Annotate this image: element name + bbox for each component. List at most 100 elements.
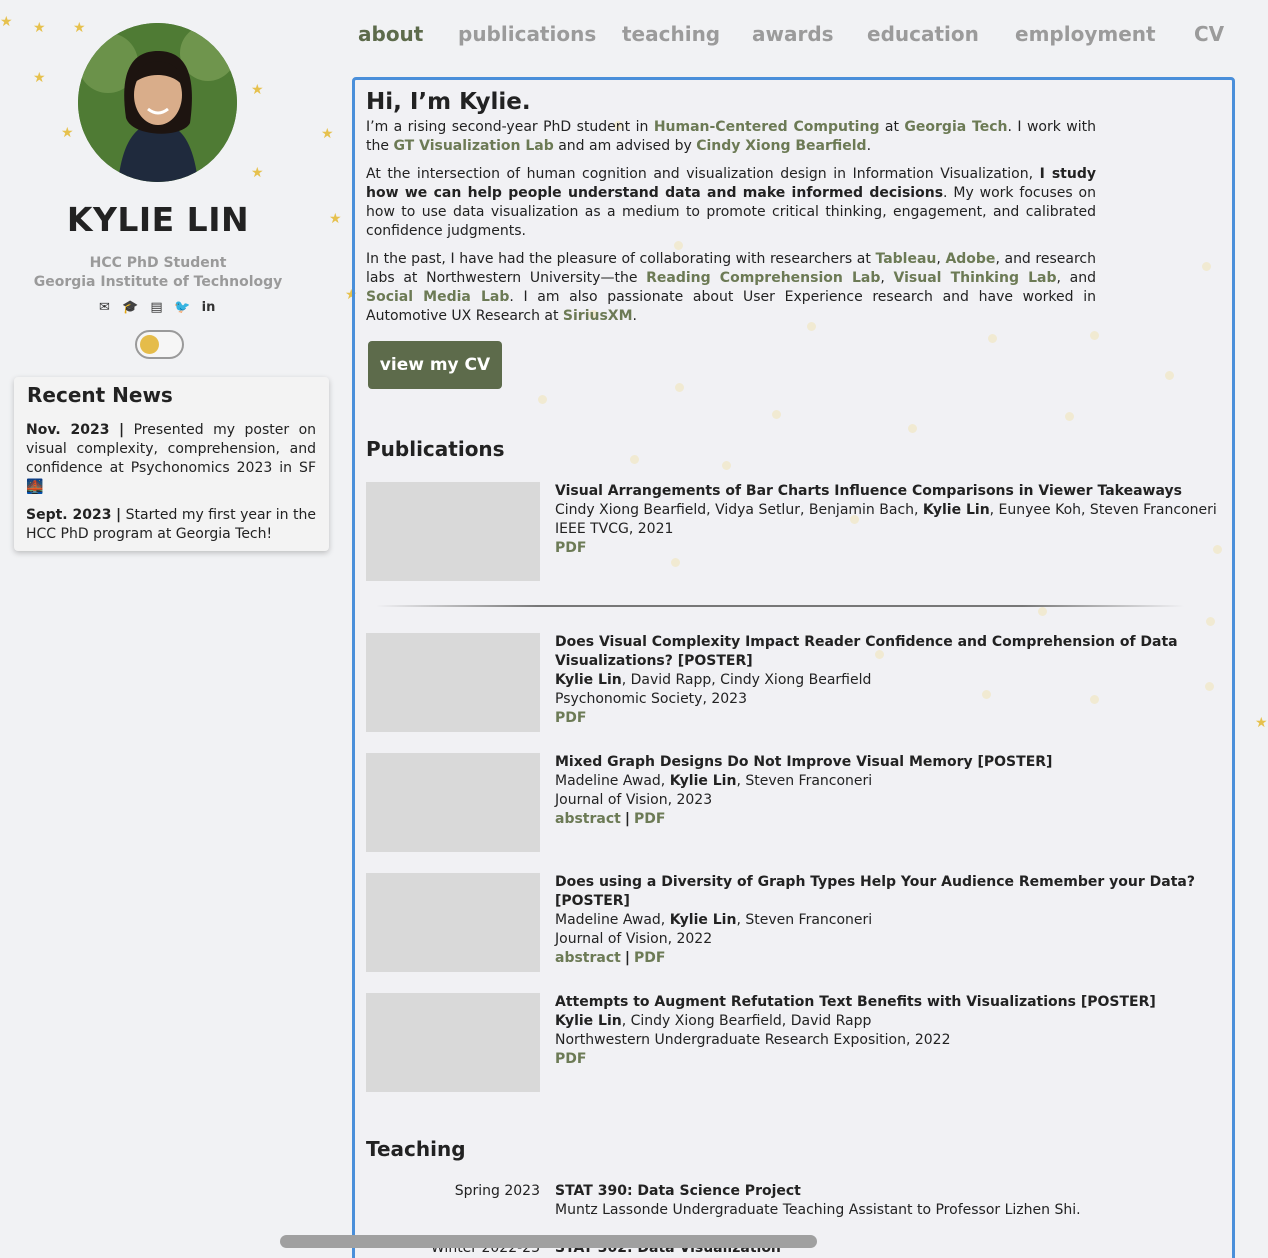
- about-paragraph: I’m a rising second-year PhD student in …: [366, 118, 1096, 156]
- publication-venue: Northwestern Undergraduate Research Expo…: [555, 1032, 951, 1048]
- author-self: Kylie Lin: [555, 672, 622, 688]
- news-separator: |: [118, 422, 125, 438]
- publication-title: Visual Arrangements of Bar Charts Influe…: [555, 483, 1182, 499]
- id-card-icon[interactable]: ▤: [148, 300, 165, 315]
- news-item: Nov. 2023 | Presented my poster on visua…: [26, 421, 316, 497]
- pdf-link[interactable]: PDF: [555, 1051, 586, 1067]
- avatar: [78, 23, 237, 182]
- recent-news-card: Recent News Nov. 2023 | Presented my pos…: [14, 377, 329, 551]
- authors: Cindy Xiong Bearfield, Vidya Setlur, Ben…: [555, 502, 923, 518]
- link-social-media-lab[interactable]: Social Media Lab: [366, 289, 509, 305]
- link-gt-vis-lab[interactable]: GT Visualization Lab: [393, 138, 553, 154]
- link-reading-lab[interactable]: Reading Comprehension Lab: [646, 270, 880, 286]
- authors: , Cindy Xiong Bearfield, David Rapp: [621, 1013, 872, 1029]
- news-date: Nov. 2023: [26, 422, 110, 438]
- publication-venue: Journal of Vision, 2023: [555, 792, 713, 808]
- about-paragraph: In the past, I have had the pleasure of …: [366, 250, 1096, 326]
- nav-publications[interactable]: publications: [458, 22, 596, 46]
- author-self: Kylie Lin: [555, 1013, 622, 1029]
- publication-title: Does using a Diversity of Graph Types He…: [555, 874, 1195, 909]
- pdf-link[interactable]: PDF: [634, 811, 665, 827]
- email-icon[interactable]: ✉: [96, 300, 113, 315]
- linkedin-icon[interactable]: in: [200, 300, 217, 315]
- publication-thumbnail[interactable]: [366, 482, 540, 581]
- theme-toggle[interactable]: [135, 330, 184, 359]
- news-separator: |: [116, 507, 122, 523]
- link-siriusxm[interactable]: SiriusXM: [563, 308, 633, 324]
- authors: , Eunyee Koh, Steven Franconeri: [989, 502, 1217, 518]
- publication-thumbnail[interactable]: [366, 873, 540, 972]
- authors: , Steven Franconeri: [736, 773, 873, 789]
- publication-title: Mixed Graph Designs Do Not Improve Visua…: [555, 754, 1053, 770]
- course-title: STAT 390: Data Science Project: [555, 1183, 801, 1199]
- link-tableau[interactable]: Tableau: [875, 251, 936, 267]
- pdf-link[interactable]: PDF: [555, 710, 586, 726]
- author-self: Kylie Lin: [669, 912, 737, 928]
- text: and am advised by: [553, 138, 697, 154]
- profile-affiliation: Georgia Institute of Technology: [33, 274, 283, 290]
- publication-authors: Madeline Awad, Kylie Lin, Steven Francon…: [555, 772, 1225, 791]
- course-description: Muntz Lassonde Undergraduate Teaching As…: [555, 1202, 1081, 1218]
- author-self: Kylie Lin: [922, 502, 990, 518]
- authors: , David Rapp, Cindy Xiong Bearfield: [621, 672, 872, 688]
- publication-thumbnail[interactable]: [366, 633, 540, 732]
- view-cv-button[interactable]: view my CV: [368, 341, 502, 389]
- graduation-cap-icon[interactable]: 🎓: [122, 300, 139, 315]
- text: .: [866, 138, 872, 154]
- about-section: Hi, I’m Kylie. I’m a rising second-year …: [366, 89, 1096, 335]
- abstract-link[interactable]: abstract: [555, 950, 621, 966]
- teaching-heading: Teaching: [366, 1137, 466, 1161]
- publication-authors: Kylie Lin, David Rapp, Cindy Xiong Bearf…: [555, 671, 1225, 690]
- toggle-knob: [140, 335, 159, 354]
- profile-title: HCC PhD Student: [89, 255, 227, 271]
- authors: , Steven Franconeri: [736, 912, 873, 928]
- profile-role: HCC PhD Student Georgia Institute of Tec…: [0, 254, 316, 292]
- publication-title: Does Visual Complexity Impact Reader Con…: [555, 634, 1178, 669]
- nav-employment[interactable]: employment: [1015, 22, 1156, 46]
- twitter-icon[interactable]: 🐦: [174, 300, 191, 315]
- profile-photo: [78, 23, 237, 182]
- teaching-term: Spring 2023: [454, 1183, 540, 1199]
- profile-name: KYLIE LIN: [66, 200, 250, 239]
- section-divider: [376, 605, 1184, 607]
- news-date: Sept. 2023: [26, 507, 112, 523]
- link-hcc[interactable]: Human-Centered Computing: [654, 119, 880, 135]
- publication-authors: Madeline Awad, Kylie Lin, Steven Francon…: [555, 911, 1225, 930]
- pdf-link[interactable]: PDF: [634, 950, 665, 966]
- link-georgia-tech[interactable]: Georgia Tech: [904, 119, 1007, 135]
- text: In the past, I have had the pleasure of …: [366, 251, 876, 267]
- text: At the intersection of human cognition a…: [366, 166, 1040, 182]
- authors: Madeline Awad,: [555, 773, 670, 789]
- nav-teaching[interactable]: teaching: [622, 22, 720, 46]
- link-advisor[interactable]: Cindy Xiong Bearfield: [696, 138, 866, 154]
- text: ,: [880, 270, 894, 286]
- text: at: [879, 119, 905, 135]
- publication-thumbnail[interactable]: [366, 993, 540, 1092]
- text: , and: [1056, 270, 1097, 286]
- publications-heading: Publications: [366, 437, 505, 461]
- nav-awards[interactable]: awards: [752, 22, 834, 46]
- pdf-link[interactable]: PDF: [555, 540, 586, 556]
- publication-authors: Kylie Lin, Cindy Xiong Bearfield, David …: [555, 1012, 1225, 1031]
- horizontal-scrollbar[interactable]: [280, 1235, 817, 1248]
- social-links: ✉ 🎓 ▤ 🐦 in: [96, 300, 217, 315]
- author-self: Kylie Lin: [669, 773, 737, 789]
- news-item: Sept. 2023 | Started my first year in th…: [26, 506, 316, 544]
- abstract-link[interactable]: abstract: [555, 811, 621, 827]
- publication-authors: Cindy Xiong Bearfield, Vidya Setlur, Ben…: [555, 501, 1225, 520]
- recent-news-title: Recent News: [27, 383, 173, 407]
- authors: Madeline Awad,: [555, 912, 670, 928]
- publication-title: Attempts to Augment Refutation Text Bene…: [555, 994, 1156, 1010]
- link-visual-thinking-lab[interactable]: Visual Thinking Lab: [894, 270, 1057, 286]
- nav-education[interactable]: education: [867, 22, 979, 46]
- publication-venue: Psychonomic Society, 2023: [555, 691, 747, 707]
- link-adobe[interactable]: Adobe: [945, 251, 995, 267]
- text: .: [632, 308, 637, 324]
- nav-cv[interactable]: CV: [1194, 22, 1224, 46]
- greeting-heading: Hi, I’m Kylie.: [366, 89, 531, 115]
- text: I’m a rising second-year PhD student in: [366, 119, 654, 135]
- about-paragraph: At the intersection of human cognition a…: [366, 165, 1096, 241]
- publication-venue: Journal of Vision, 2022: [555, 931, 713, 947]
- nav-about[interactable]: about: [358, 22, 423, 46]
- publication-thumbnail[interactable]: [366, 753, 540, 852]
